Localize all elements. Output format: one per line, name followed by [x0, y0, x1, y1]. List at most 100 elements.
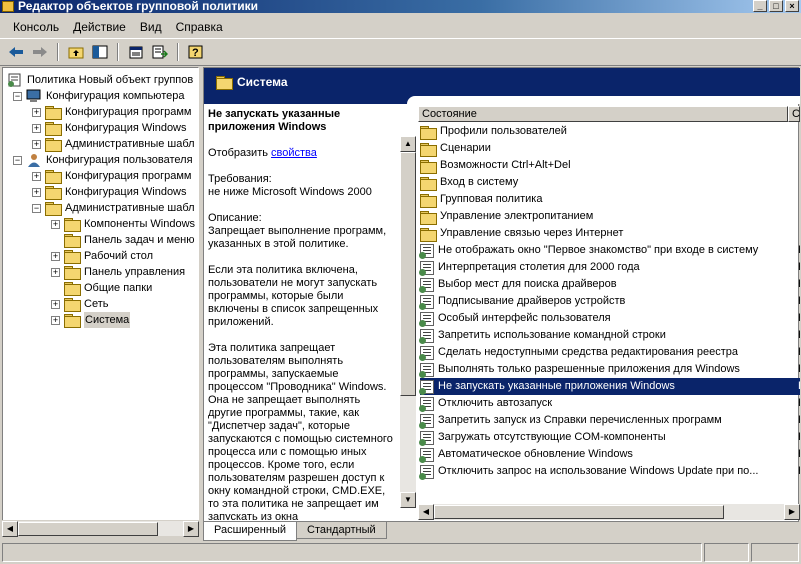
expand-icon[interactable]: + [51, 315, 60, 325]
tree-node[interactable]: Общие папки [51, 280, 152, 296]
setting-row[interactable]: Интерпретация столетия для 2000 года Н [419, 259, 800, 276]
maximize-button[interactable]: □ [769, 0, 783, 12]
menu-help[interactable]: Справка [169, 20, 230, 34]
tree-node[interactable]: + Панель управления [51, 264, 185, 280]
setting-row[interactable]: Автоматическое обновление Windows Н [419, 446, 800, 463]
menu-console[interactable]: Консоль [6, 20, 66, 34]
expand-icon[interactable]: + [32, 107, 41, 117]
setting-label: Управление связью через Интернет [440, 227, 624, 239]
tree-node-label: Конфигурация компьютера [46, 90, 185, 102]
setting-row[interactable]: Запретить запуск из Справки перечисленны… [419, 412, 800, 429]
tree-node[interactable]: + Рабочий стол [51, 248, 153, 264]
description-scrollbar[interactable]: ▲ ▼ [400, 136, 416, 508]
setting-state: Н [794, 429, 800, 446]
collapse-icon[interactable]: − [13, 91, 22, 101]
setting-row[interactable]: Не отображать окно "Первое знакомство" п… [419, 242, 800, 259]
close-button[interactable]: × [785, 0, 799, 12]
tab-extended[interactable]: Расширенный [203, 522, 297, 541]
tree-node[interactable]: − Административные шабл [32, 200, 195, 216]
up-folder-icon[interactable] [66, 42, 86, 62]
setting-row[interactable]: Профили пользователей [420, 123, 800, 140]
expand-icon[interactable]: + [32, 123, 41, 133]
scroll-down-button[interactable]: ▼ [400, 492, 416, 508]
tab-standard[interactable]: Стандартный [296, 522, 387, 539]
folder-icon [420, 227, 437, 242]
properties-icon[interactable] [126, 42, 146, 62]
setting-row[interactable]: Загружать отсутствующие COM-компоненты Н [419, 429, 800, 446]
export-list-icon[interactable] [150, 42, 170, 62]
expand-icon[interactable]: + [51, 219, 60, 229]
collapse-icon[interactable]: − [13, 155, 22, 165]
tree-node[interactable]: + Конфигурация Windows [32, 184, 187, 200]
tree-node[interactable]: + Сеть [51, 296, 108, 312]
expand-icon[interactable]: + [51, 251, 60, 261]
column-header-state[interactable]: С [788, 106, 800, 122]
tree-node[interactable]: + Конфигурация Windows [32, 120, 187, 136]
setting-label: Профили пользователей [440, 125, 567, 137]
scroll-left-button[interactable]: ◀ [418, 504, 434, 520]
tree-node[interactable]: + Система [51, 312, 131, 328]
show-hide-tree-icon[interactable] [90, 42, 110, 62]
view-tabs: Расширенный Стандартный [203, 522, 387, 542]
setting-row[interactable]: Отключить запрос на использование Window… [419, 463, 800, 480]
minimize-button[interactable]: _ [753, 0, 767, 12]
folder-icon [216, 76, 233, 90]
tree-node[interactable]: + Компоненты Windows [51, 216, 195, 232]
forward-arrow-icon[interactable] [30, 42, 50, 62]
folder-icon [64, 218, 81, 232]
setting-row[interactable]: Не запускать указанные приложения Window… [419, 378, 800, 395]
menu-action[interactable]: Действие [66, 20, 133, 34]
policy-setting-icon [419, 311, 434, 327]
setting-row[interactable]: Вход в систему [420, 174, 800, 191]
setting-row[interactable]: Выполнять только разрешенные приложения … [419, 361, 800, 378]
setting-label: Сделать недоступными средства редактиров… [438, 346, 739, 358]
properties-link[interactable]: свойства [271, 147, 317, 159]
expand-icon[interactable]: + [32, 139, 41, 149]
setting-row[interactable]: Сценарии [420, 140, 800, 157]
tree-node[interactable]: + Конфигурация программ [32, 104, 191, 120]
tree-node[interactable]: Панель задач и меню [51, 232, 195, 248]
setting-row[interactable]: Подписывание драйверов устройств Н [419, 293, 800, 310]
tree-node[interactable]: − Конфигурация компьютера [13, 88, 184, 104]
description-text-3: Эта политика запрещает пользователям вып… [208, 342, 393, 520]
tree-node[interactable]: + Конфигурация программ [32, 168, 191, 184]
setting-row[interactable]: Возможности Ctrl+Alt+Del [420, 157, 800, 174]
tree-node[interactable]: + Административные шабл [32, 136, 195, 152]
setting-row[interactable]: Управление электропитанием [420, 208, 800, 225]
help-icon[interactable]: ? [186, 42, 206, 62]
scroll-right-button[interactable]: ▶ [183, 521, 199, 537]
tree-node[interactable]: Политика Новый объект группов [7, 72, 193, 88]
scroll-right-button[interactable]: ▶ [784, 504, 800, 520]
collapse-icon[interactable]: − [32, 203, 41, 213]
policy-setting-icon [419, 260, 434, 276]
expand-icon[interactable]: + [51, 267, 60, 277]
list-horizontal-scrollbar[interactable]: ◀ ▶ [418, 504, 800, 520]
setting-row[interactable]: Управление связью через Интернет [420, 225, 800, 242]
setting-label: Автоматическое обновление Windows [438, 448, 633, 460]
expand-icon[interactable]: + [32, 187, 41, 197]
scroll-left-button[interactable]: ◀ [2, 521, 18, 537]
status-bar [2, 543, 799, 562]
column-header-setting[interactable]: Состояние [418, 106, 788, 122]
scroll-up-button[interactable]: ▲ [400, 136, 416, 152]
tree-node[interactable]: − Конфигурация пользователя [13, 152, 193, 168]
back-arrow-icon[interactable] [6, 42, 26, 62]
expand-icon[interactable]: + [51, 299, 60, 309]
pane-header: Система [204, 68, 800, 96]
setting-row[interactable]: Отключить автозапуск Н [419, 395, 800, 412]
tree-node-label: Рабочий стол [84, 250, 154, 262]
scroll-thumb[interactable] [18, 522, 158, 536]
scroll-thumb[interactable] [400, 152, 416, 396]
setting-row[interactable]: Запретить использование командной строки… [419, 327, 800, 344]
setting-row[interactable]: Особый интерфейс пользователя Н [419, 310, 800, 327]
policy-setting-icon [419, 379, 434, 395]
scroll-thumb[interactable] [434, 505, 724, 519]
tree-horizontal-scrollbar[interactable]: ◀ ▶ [2, 520, 199, 537]
setting-row[interactable]: Сделать недоступными средства редактиров… [419, 344, 800, 361]
setting-row[interactable]: Выбор мест для поиска драйверов Н [419, 276, 800, 293]
menu-view[interactable]: Вид [133, 20, 169, 34]
description-label: Описание: [208, 212, 262, 224]
setting-label: Не отображать окно "Первое знакомство" п… [438, 244, 759, 256]
setting-row[interactable]: Групповая политика [420, 191, 800, 208]
expand-icon[interactable]: + [32, 171, 41, 181]
